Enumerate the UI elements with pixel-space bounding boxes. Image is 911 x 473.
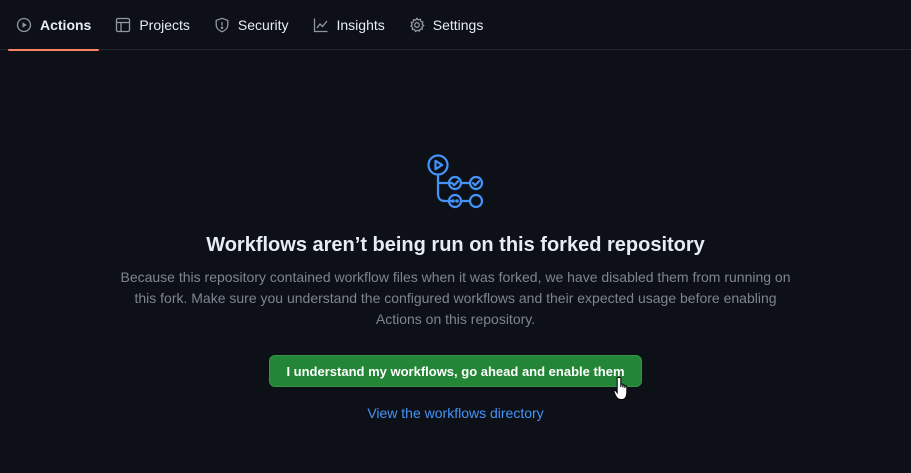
page-title: Workflows aren’t being run on this forke… [206, 234, 705, 256]
hand-pointer-cursor-icon [613, 376, 628, 400]
workflow-icon [426, 154, 483, 209]
tab-label: Security [237, 16, 289, 33]
tab-insights[interactable]: Insights [305, 0, 393, 50]
tab-actions[interactable]: Actions [8, 0, 100, 51]
enable-workflows-button[interactable]: I understand my workflows, go ahead and … [269, 355, 642, 387]
tab-label: Insights [336, 16, 385, 33]
tab-label: Actions [40, 16, 92, 33]
tab-projects[interactable]: Projects [107, 0, 198, 50]
shield-icon [214, 17, 230, 33]
tab-settings[interactable]: Settings [401, 0, 492, 50]
play-icon [16, 17, 32, 33]
repo-nav-tabs: Actions Projects Security Insights Setti… [0, 0, 911, 51]
graph-icon [313, 17, 329, 33]
description-text: Because this repository contained workfl… [120, 269, 791, 327]
tab-label: Projects [139, 16, 190, 33]
workflows-directory-link[interactable]: View the workflows directory [367, 405, 543, 421]
tab-security[interactable]: Security [206, 0, 297, 50]
tab-label: Settings [432, 16, 484, 33]
table-icon [115, 17, 131, 33]
actions-disabled-blankslate: Workflows aren’t being run on this forke… [0, 50, 911, 421]
gear-icon [409, 16, 425, 33]
